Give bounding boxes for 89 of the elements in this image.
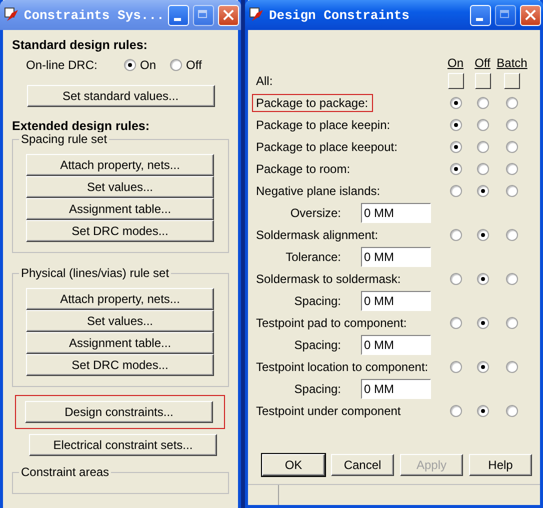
radio-button[interactable] bbox=[476, 405, 488, 417]
radio-button[interactable] bbox=[450, 119, 462, 131]
drc-label: On-line DRC: bbox=[26, 58, 98, 72]
field-label: Oversize: bbox=[289, 206, 341, 220]
all-toggle-button[interactable] bbox=[448, 73, 464, 89]
radio-button[interactable] bbox=[476, 185, 488, 197]
column-header: On bbox=[446, 56, 464, 70]
all-toggle-button[interactable] bbox=[474, 73, 490, 89]
radio-button[interactable] bbox=[506, 405, 518, 417]
radio-button[interactable] bbox=[450, 141, 462, 153]
rule-label: Package to place keepin: bbox=[255, 118, 392, 132]
field-label: Spacing: bbox=[293, 338, 341, 352]
action-button[interactable]: Attach property, nets... bbox=[26, 154, 214, 176]
radio-button[interactable] bbox=[476, 317, 488, 329]
input-field[interactable]: 0 MM bbox=[361, 291, 431, 311]
rule-label: Negative plane islands: bbox=[255, 184, 382, 198]
radio-button[interactable] bbox=[450, 163, 462, 175]
all-label: All: bbox=[255, 74, 274, 88]
action-button[interactable]: Set DRC modes... bbox=[26, 220, 214, 242]
action-button[interactable]: Assignment table... bbox=[26, 332, 214, 354]
radio-button[interactable] bbox=[476, 119, 488, 131]
radio-option[interactable]: Off bbox=[170, 58, 202, 72]
maximize-button[interactable] bbox=[193, 4, 214, 26]
radio-button[interactable] bbox=[450, 405, 462, 417]
radio-button[interactable] bbox=[506, 119, 518, 131]
column-header: Off bbox=[474, 56, 492, 70]
rule-label: Package to room: bbox=[255, 162, 352, 176]
field-label: Spacing: bbox=[293, 382, 341, 396]
radio-button[interactable] bbox=[476, 141, 488, 153]
dialog-button[interactable]: Help bbox=[469, 454, 532, 476]
action-button[interactable]: Attach property, nets... bbox=[26, 288, 214, 310]
action-button[interactable]: Set values... bbox=[26, 176, 214, 198]
close-button[interactable] bbox=[218, 4, 240, 26]
window-title: Design Constraints bbox=[269, 8, 410, 22]
radio-button[interactable] bbox=[506, 361, 518, 373]
app-icon bbox=[249, 7, 265, 23]
field-label: Spacing: bbox=[293, 294, 341, 308]
minimize-button[interactable] bbox=[168, 4, 190, 26]
action-button[interactable]: Electrical constraint sets... bbox=[29, 434, 217, 456]
group-title: Constraint areas bbox=[19, 465, 112, 479]
field-label: Tolerance: bbox=[284, 250, 341, 264]
radio-button[interactable] bbox=[506, 229, 518, 241]
group-title: Physical (lines/vias) rule set bbox=[19, 266, 172, 280]
minimize-button[interactable] bbox=[470, 4, 491, 26]
group-title: Spacing rule set bbox=[19, 132, 110, 146]
radio-button[interactable] bbox=[450, 273, 462, 285]
app-icon bbox=[4, 7, 20, 23]
dialog-button[interactable]: Cancel bbox=[331, 454, 394, 476]
window-title: Constraints Sys... bbox=[24, 8, 164, 22]
action-button[interactable]: Assignment table... bbox=[26, 198, 214, 220]
radio-button[interactable] bbox=[476, 273, 488, 285]
radio-button[interactable] bbox=[450, 97, 462, 109]
section-heading: Extended design rules: bbox=[12, 119, 151, 133]
rule-label: Package to place keepout: bbox=[255, 140, 398, 154]
set-standard-values-button[interactable]: Set standard values... bbox=[26, 85, 214, 107]
radio-button[interactable] bbox=[450, 317, 462, 329]
rule-label: Testpoint pad to component: bbox=[255, 316, 408, 330]
radio-button[interactable] bbox=[506, 273, 518, 285]
radio-button[interactable] bbox=[450, 229, 462, 241]
input-field[interactable]: 0 MM bbox=[361, 247, 431, 267]
rule-label: Soldermask alignment: bbox=[255, 228, 380, 242]
radio-option[interactable]: On bbox=[124, 58, 156, 72]
dialog-button[interactable]: OK bbox=[262, 454, 325, 476]
rule-label: Package to package: bbox=[252, 94, 374, 112]
action-button[interactable]: Design constraints... bbox=[25, 401, 213, 423]
radio-button[interactable] bbox=[506, 163, 518, 175]
radio-button[interactable] bbox=[476, 163, 488, 175]
input-field[interactable]: 0 MM bbox=[361, 379, 431, 399]
rule-label: Testpoint location to component: bbox=[255, 360, 430, 374]
radio-button[interactable] bbox=[506, 97, 518, 109]
radio-button[interactable] bbox=[476, 229, 488, 241]
action-button[interactable]: Set values... bbox=[26, 310, 214, 332]
action-button[interactable]: Set DRC modes... bbox=[26, 354, 214, 376]
input-field[interactable]: 0 MM bbox=[361, 335, 431, 355]
radio-button[interactable] bbox=[506, 141, 518, 153]
maximize-button[interactable] bbox=[495, 4, 516, 26]
radio-button[interactable] bbox=[506, 317, 518, 329]
rule-label: Soldermask to soldermask: bbox=[255, 272, 402, 286]
radio-button[interactable] bbox=[506, 185, 518, 197]
input-field[interactable]: 0 MM bbox=[361, 203, 431, 223]
radio-button[interactable] bbox=[476, 361, 488, 373]
all-toggle-button[interactable] bbox=[504, 73, 520, 89]
radio-button[interactable] bbox=[476, 97, 488, 109]
column-header: Batch bbox=[496, 56, 528, 70]
radio-button[interactable] bbox=[450, 185, 462, 197]
rule-label: Testpoint under component bbox=[255, 404, 402, 418]
radio-button[interactable] bbox=[450, 361, 462, 373]
close-button[interactable] bbox=[520, 4, 541, 26]
section-heading: Standard design rules: bbox=[12, 38, 148, 52]
